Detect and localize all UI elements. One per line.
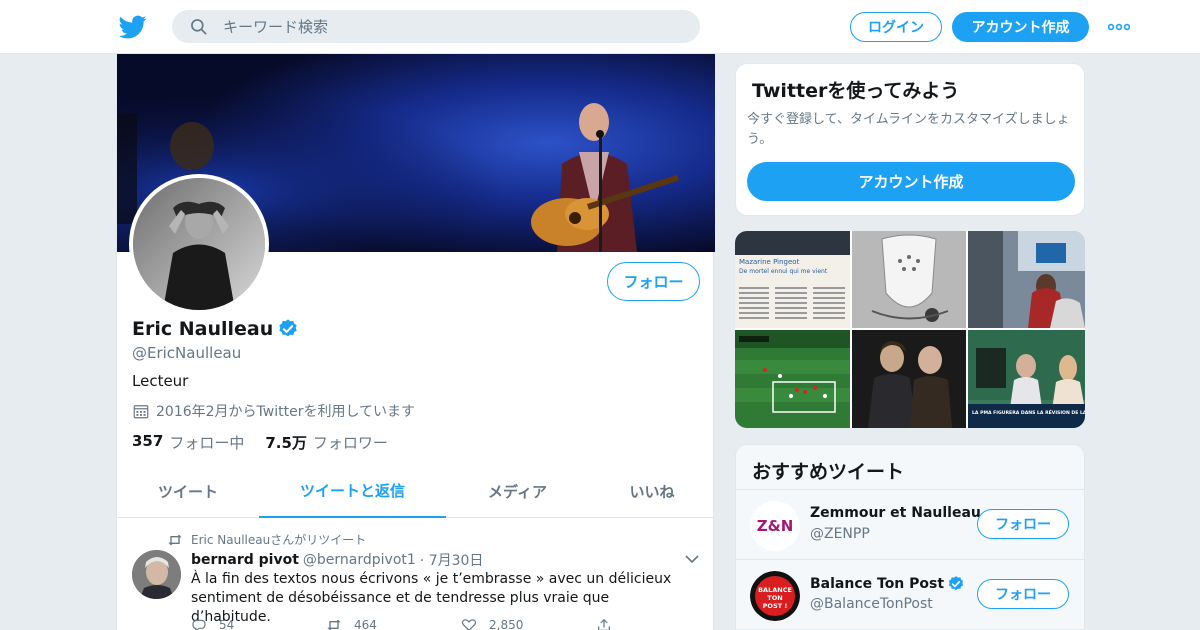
tab-likes[interactable]: いいね bbox=[589, 464, 715, 518]
suggested-account[interactable]: BALANCE TON POST ! Balance Ton Post @Bal… bbox=[736, 559, 1084, 629]
top-navigation-bar: ログイン アカウント作成 bbox=[0, 0, 1200, 54]
profile-stats: 357 フォロー中 7.5万 フォロワー bbox=[132, 432, 409, 453]
media-thumb-portrait[interactable] bbox=[852, 330, 966, 428]
profile-name[interactable]: Eric Naulleau bbox=[132, 318, 273, 340]
retweet-icon bbox=[168, 534, 182, 545]
calendar-icon bbox=[133, 405, 149, 419]
profile-avatar[interactable] bbox=[129, 174, 269, 314]
search-icon bbox=[191, 18, 207, 35]
like-icon bbox=[461, 619, 477, 630]
share-icon bbox=[598, 618, 610, 630]
who-to-follow-title: おすすめツイート bbox=[752, 461, 905, 483]
following-stat[interactable]: 357 フォロー中 bbox=[132, 432, 244, 453]
verified-badge-icon bbox=[948, 576, 964, 591]
following-count: 357 bbox=[132, 432, 164, 450]
svg-text:TON: TON bbox=[767, 594, 782, 602]
suggested-account-name-row[interactable]: Balance Ton Post bbox=[810, 575, 965, 593]
following-label: フォロー中 bbox=[169, 434, 245, 452]
joined-text: 2016年2月からTwitterを利用しています bbox=[156, 404, 416, 420]
search-input[interactable] bbox=[223, 17, 663, 36]
tab-tweets[interactable]: ツイート bbox=[117, 464, 259, 518]
profile-handle[interactable]: @EricNaulleau bbox=[132, 344, 241, 362]
tab-tweets-and-replies[interactable]: ツイートと返信 bbox=[259, 464, 446, 518]
retweet-icon bbox=[327, 619, 341, 630]
retweet-count: 464 bbox=[354, 618, 377, 630]
suggested-account[interactable]: Z&N Zemmour et Naulleau @ZENPP フォロー bbox=[736, 489, 1084, 559]
followers-stat[interactable]: 7.5万 フォロワー bbox=[265, 432, 388, 453]
reply-icon bbox=[192, 619, 206, 630]
suggested-account-handle[interactable]: @BalanceTonPost bbox=[810, 596, 933, 612]
tweet-actions: 54 464 2,850 bbox=[191, 618, 731, 630]
suggested-account-handle[interactable]: @ZENPP bbox=[810, 526, 870, 542]
tweet-author-name[interactable]: bernard pivot bbox=[191, 552, 299, 568]
newspaper-subhead: De mortel ennui qui me vient bbox=[739, 268, 828, 275]
twitter-bird-icon[interactable] bbox=[119, 13, 147, 41]
tweet-item[interactable]: Eric Naulleauさんがリツイート bernard pivot @ber… bbox=[117, 518, 715, 630]
svg-text:BALANCE: BALANCE bbox=[758, 586, 792, 594]
more-dots-icon[interactable] bbox=[1108, 22, 1130, 32]
suggested-account-name[interactable]: Zemmour et Naulleau bbox=[810, 505, 981, 521]
profile-joined-date: 2016年2月からTwitterを利用しています bbox=[132, 401, 415, 421]
signup-promo-card: Twitterを使ってみよう 今すぐ登録して、タイムラインをカスタマイズしましょ… bbox=[735, 63, 1085, 216]
reply-action[interactable]: 54 bbox=[191, 618, 326, 630]
signup-card-button[interactable]: アカウント作成 bbox=[747, 162, 1075, 201]
tweet-author-handle[interactable]: @bernardpivot1 bbox=[303, 552, 416, 568]
signup-card-description: 今すぐ登録して、タイムラインをカスタマイズしましょう。 bbox=[747, 112, 1070, 147]
svg-text:POST !: POST ! bbox=[763, 602, 788, 610]
retweet-context-text[interactable]: Eric Naulleauさんがリツイート bbox=[191, 531, 366, 548]
media-grid: Mazarine Pingeot De mortel ennui qui me … bbox=[735, 231, 1085, 428]
suggested-account-avatar[interactable]: Z&N bbox=[750, 501, 800, 551]
follow-suggested-button[interactable]: フォロー bbox=[977, 509, 1069, 539]
media-thumb-urinal[interactable] bbox=[852, 231, 966, 328]
profile-bio: Lecteur bbox=[132, 372, 189, 390]
newspaper-headline: Mazarine Pingeot bbox=[739, 258, 800, 266]
verified-badge-icon bbox=[279, 319, 297, 337]
share-action[interactable] bbox=[596, 618, 731, 630]
tweet-date[interactable]: · 7月30日 bbox=[420, 550, 484, 570]
media-thumb-street[interactable] bbox=[968, 231, 1085, 328]
who-to-follow-panel: おすすめツイート Z&N Zemmour et Naulleau @ZENPP … bbox=[735, 444, 1085, 630]
follow-suggested-button[interactable]: フォロー bbox=[977, 579, 1069, 609]
suggested-account-name[interactable]: Balance Ton Post bbox=[810, 576, 944, 592]
followers-label: フォロワー bbox=[312, 434, 388, 452]
signup-button[interactable]: アカウント作成 bbox=[952, 12, 1089, 42]
media-thumb-football[interactable] bbox=[735, 330, 850, 428]
like-action[interactable]: 2,850 bbox=[461, 618, 596, 630]
profile-tabs: ツイート ツイートと返信 メディア いいね bbox=[117, 464, 715, 518]
tweet-author-avatar[interactable] bbox=[132, 550, 181, 599]
like-count: 2,850 bbox=[489, 618, 524, 630]
profile-card: フォロー Eric Naulleau @EricNaulleau Lecteur… bbox=[116, 54, 715, 630]
login-button[interactable]: ログイン bbox=[850, 12, 942, 42]
media-thumb-tv-debate[interactable]: LA PMA FIGURERA DANS LA RÉVISION DE LA L… bbox=[968, 330, 1085, 428]
chevron-down-icon[interactable] bbox=[685, 554, 699, 564]
follow-button[interactable]: フォロー bbox=[607, 262, 700, 301]
tab-media[interactable]: メディア bbox=[446, 464, 589, 518]
retweet-context: Eric Naulleauさんがリツイート bbox=[167, 531, 366, 548]
media-thumb-newspaper[interactable]: Mazarine Pingeot De mortel ennui qui me … bbox=[735, 231, 850, 328]
tweet-header: bernard pivot @bernardpivot1 · 7月30日 bbox=[191, 550, 483, 570]
reply-count: 54 bbox=[219, 618, 235, 630]
signup-card-title: Twitterを使ってみよう bbox=[752, 80, 960, 102]
zn-avatar-text: Z&N bbox=[757, 517, 794, 535]
retweet-action[interactable]: 464 bbox=[326, 618, 461, 630]
profile-name-row: Eric Naulleau bbox=[132, 318, 299, 340]
search-box[interactable] bbox=[172, 10, 700, 43]
followers-count: 7.5万 bbox=[265, 434, 307, 452]
suggested-account-avatar[interactable]: BALANCE TON POST ! bbox=[750, 571, 800, 621]
